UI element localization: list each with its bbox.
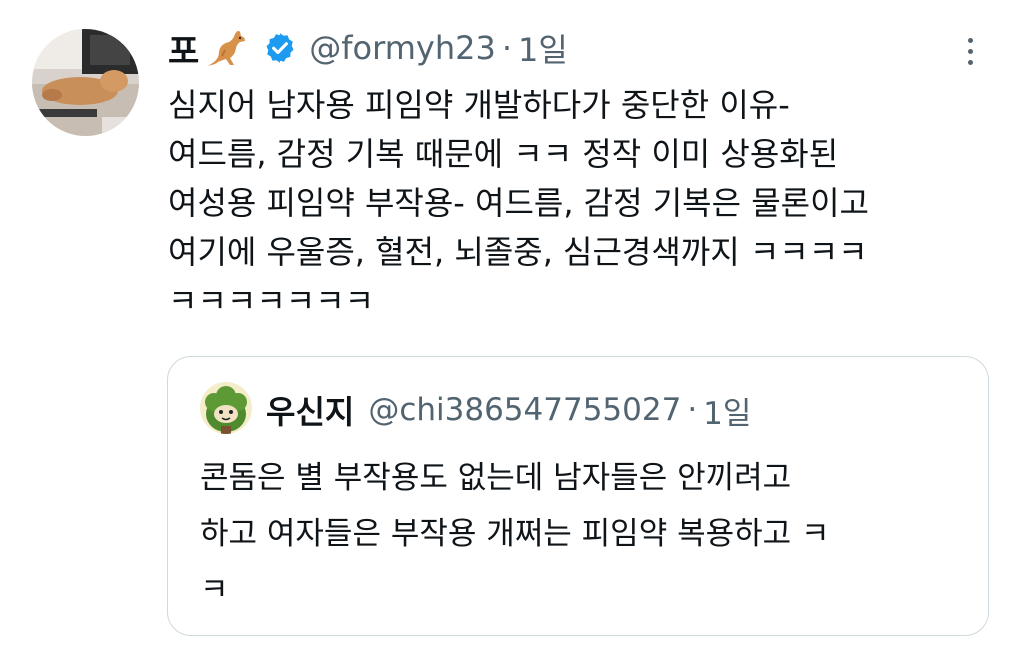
author-avatar[interactable]: [32, 29, 139, 136]
tweet-text-line: 여드름, 감정 기복 때문에 ㅋㅋ 정작 이미 상용화된: [168, 135, 839, 173]
kangaroo-icon: [205, 28, 251, 68]
tweet-text-line: 여성용 피임약 부작용- 여드름, 감정 기복은 물론이고: [168, 184, 869, 222]
tweet-text-line: 심지어 남자용 피임약 개발하다가 중단한 이유-: [168, 86, 790, 124]
quoted-author-avatar[interactable]: [200, 382, 252, 434]
tweet-text: 심지어 남자용 피임약 개발하다가 중단한 이유- 여드름, 감정 기복 때문에…: [168, 81, 998, 321]
author-handle[interactable]: @formyh23: [309, 29, 496, 67]
tweet-timestamp[interactable]: 1일: [518, 25, 568, 71]
quoted-text-line: ㅋ: [200, 572, 229, 608]
tweet[interactable]: 포 @formyh23 · 1일 심지어 남자용 피임약 개발하다가 중단한 이…: [0, 0, 1024, 659]
separator-dot: ·: [501, 29, 512, 67]
verified-badge-icon[interactable]: [263, 31, 297, 65]
author-display-name[interactable]: 포: [168, 24, 199, 73]
quoted-text-line: 콘돔은 별 부작용도 없는데 남자들은 안끼려고: [200, 460, 792, 496]
quoted-tweet-timestamp[interactable]: 1일: [703, 388, 751, 433]
tweet-text-line: ㅋㅋㅋㅋㅋㅋㅋ: [168, 282, 375, 320]
quoted-author-handle[interactable]: @chi386547755027: [368, 392, 681, 428]
tweet-header: 포 @formyh23 · 1일: [168, 22, 568, 74]
quoted-tweet-card[interactable]: 우신지 @chi386547755027 · 1일 콘돔은 별 부작용도 없는데…: [167, 356, 989, 636]
quoted-tweet-text: 콘돔은 별 부작용도 없는데 남자들은 안끼려고 하고 여자들은 부작용 개쩌는…: [200, 450, 960, 618]
tweet-text-line: 여기에 우울증, 혈전, 뇌졸중, 심근경색까지 ㅋㅋㅋㅋ: [168, 233, 868, 271]
separator-dot: ·: [687, 392, 698, 428]
quoted-tweet-header: 우신지 @chi386547755027 · 1일: [266, 385, 751, 435]
more-options-icon[interactable]: [955, 28, 985, 74]
quoted-text-line: 하고 여자들은 부작용 개쩌는 피임약 복용하고 ㅋ: [200, 516, 830, 552]
quoted-author-display-name[interactable]: 우신지: [266, 387, 354, 433]
